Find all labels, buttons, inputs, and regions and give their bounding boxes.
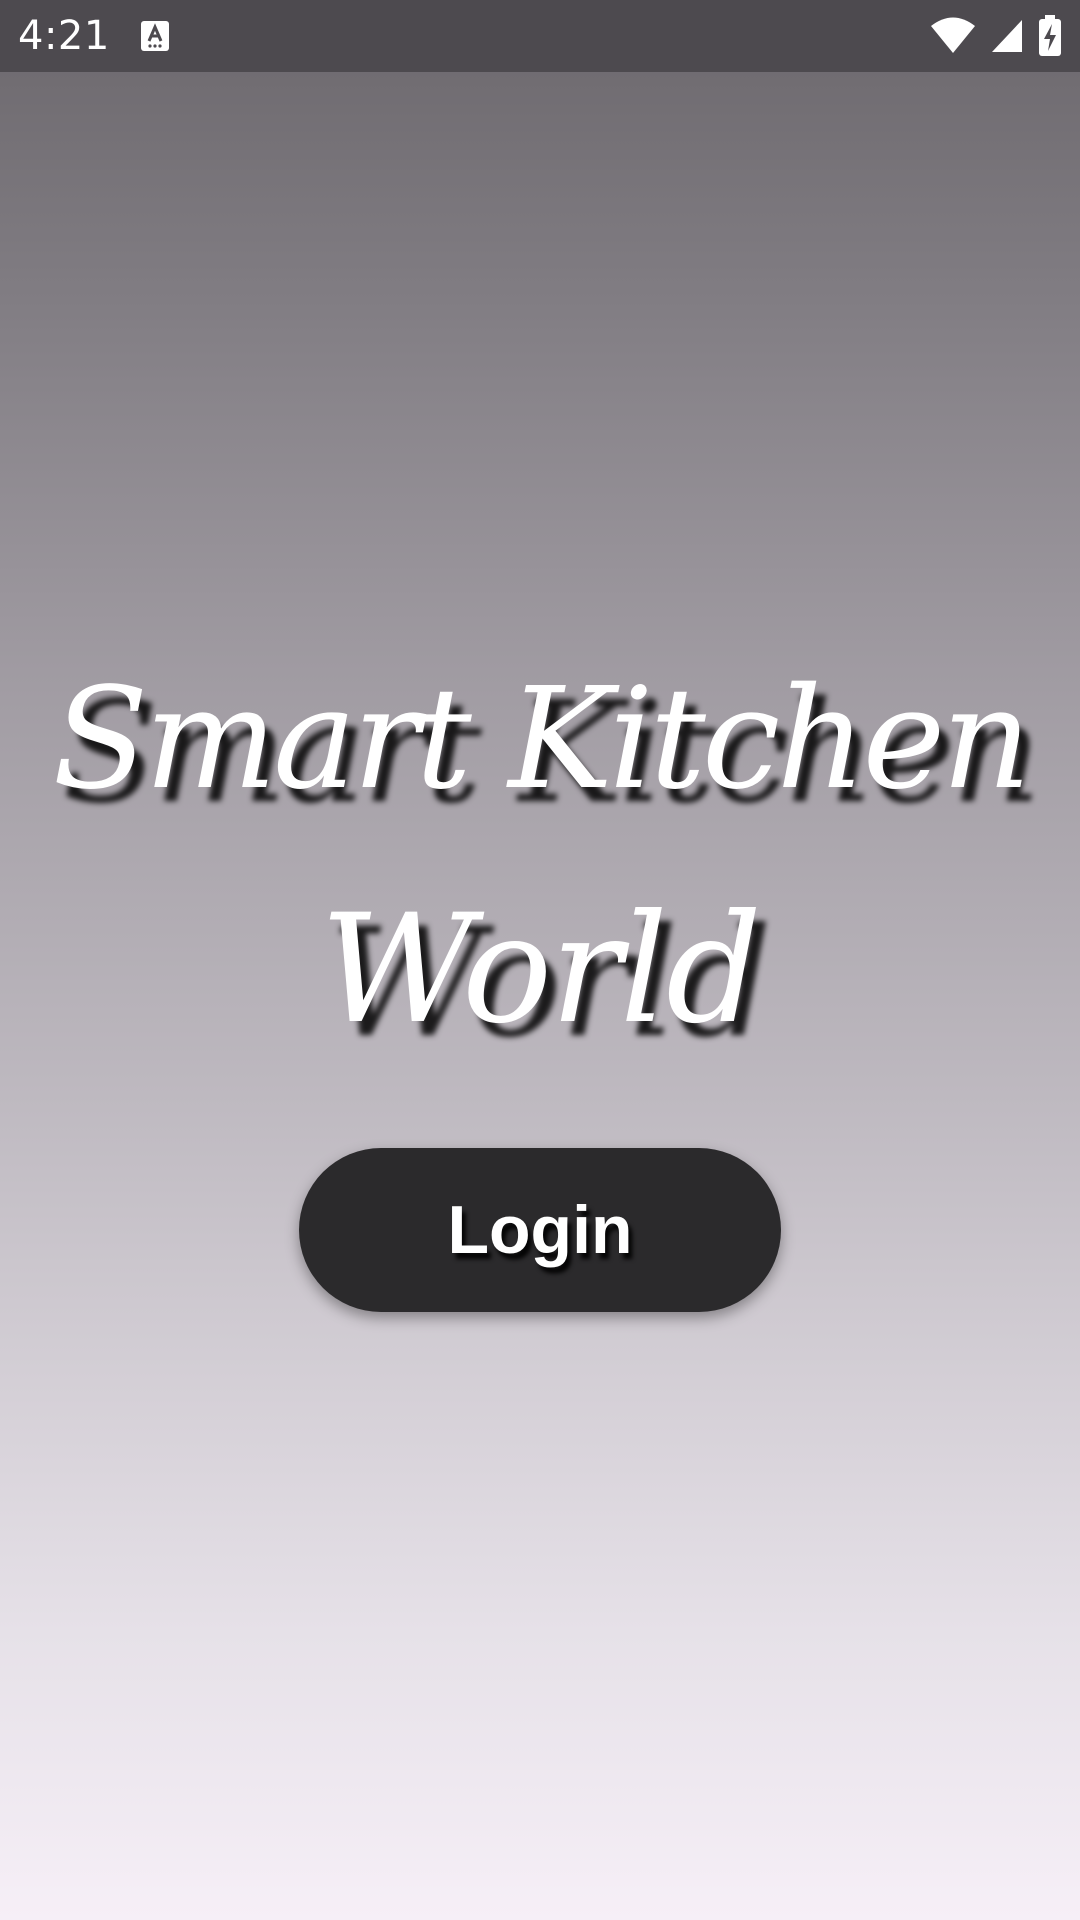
status-bar: 4:21 (0, 0, 1080, 72)
cellular-signal-icon (990, 18, 1024, 54)
login-button-label: Login (447, 1192, 633, 1268)
battery-charging-icon (1038, 15, 1062, 57)
app-title-line-2: World (320, 883, 762, 1057)
wifi-icon (930, 17, 976, 55)
app-title-line-1: Smart Kitchen (52, 658, 1031, 821)
login-button[interactable]: Login (299, 1148, 781, 1312)
status-icons (930, 14, 1062, 58)
keyboard-app-icon (140, 20, 170, 52)
status-time: 4:21 (18, 13, 110, 59)
